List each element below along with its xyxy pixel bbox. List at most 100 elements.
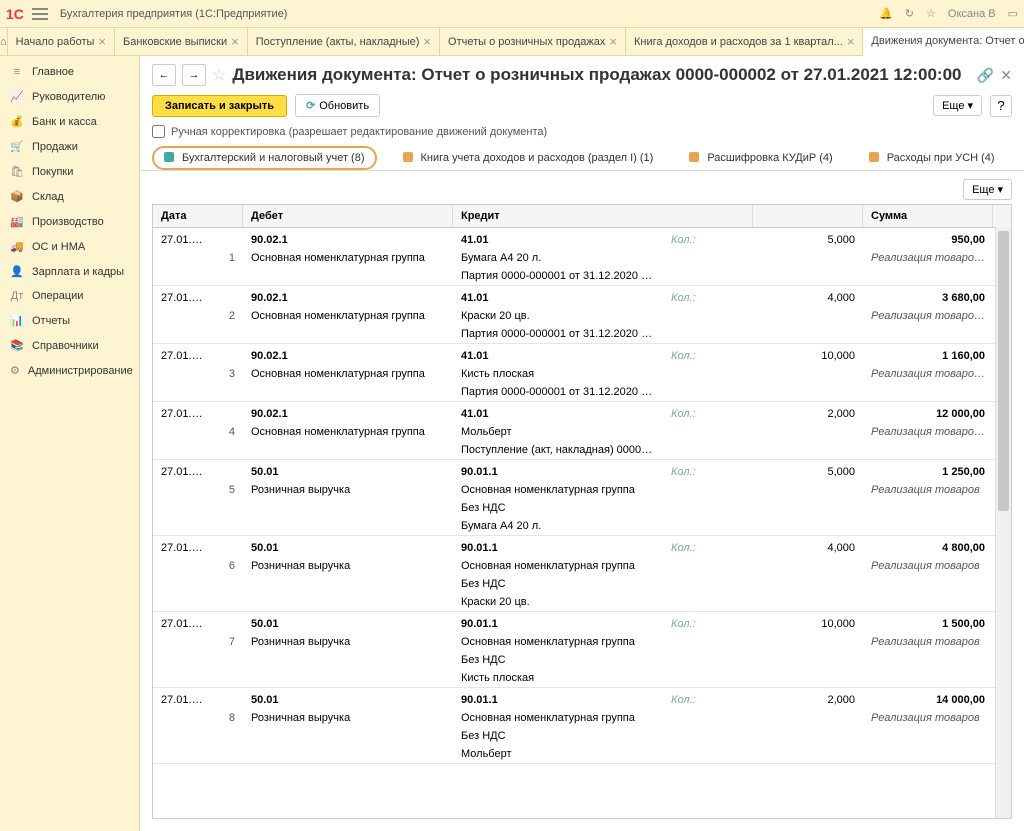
home-tab[interactable]: ⌂	[0, 28, 8, 55]
save-close-button[interactable]: Записать и закрыть	[152, 95, 287, 117]
sidebar-label: Производство	[32, 216, 104, 228]
tab-close-icon[interactable]: ×	[231, 34, 239, 49]
sidebar-label: Склад	[32, 191, 64, 203]
tab-close-icon[interactable]: ×	[98, 34, 106, 49]
table-row[interactable]: 27.01.202190.02.141.01Кол.:2,00012 000,0…	[153, 402, 1011, 460]
refresh-icon: ⟳	[306, 99, 315, 112]
tab-close-icon[interactable]: ×	[609, 34, 617, 49]
tab-5[interactable]: Движения документа: Отчет о розничн...×	[863, 28, 1024, 56]
sidebar-item-6[interactable]: 🏭 Производство	[0, 209, 139, 234]
inner-tab-1[interactable]: Книга учета доходов и расходов (раздел I…	[393, 146, 664, 170]
sidebar-icon: Дт	[10, 290, 24, 302]
col-sum: Сумма	[863, 205, 993, 227]
help-button[interactable]: ?	[990, 95, 1012, 117]
sidebar-item-1[interactable]: 📈 Руководителю	[0, 84, 139, 109]
grid-more-button[interactable]: Еще ▾	[963, 179, 1012, 200]
menu-icon[interactable]	[32, 8, 48, 20]
table-row[interactable]: 27.01.202190.02.141.01Кол.:5,000950,001О…	[153, 228, 1011, 286]
app-title: Бухгалтерия предприятия (1С:Предприятие)	[60, 8, 879, 20]
tab-close-icon[interactable]: ×	[847, 34, 855, 49]
window-minimize-icon[interactable]: ▭	[1008, 7, 1018, 20]
entries-grid[interactable]: Дата Дебет Кредит Сумма 27.01.202190.02.…	[152, 204, 1012, 819]
sidebar-label: ОС и НМА	[32, 241, 85, 253]
table-row[interactable]: 27.01.202150.0190.01.1Кол.:5,0001 250,00…	[153, 460, 1011, 536]
sidebar-item-2[interactable]: 💰 Банк и касса	[0, 109, 139, 134]
inner-tab-0[interactable]: Бухгалтерский и налоговый учет (8)	[152, 146, 377, 170]
tab-1[interactable]: Банковские выписки×	[115, 28, 248, 55]
sidebar-label: Покупки	[32, 166, 73, 178]
sidebar-icon: 👤	[10, 265, 24, 278]
table-row[interactable]: 27.01.202190.02.141.01Кол.:4,0003 680,00…	[153, 286, 1011, 344]
sidebar-icon: 🏭	[10, 215, 24, 228]
star-icon[interactable]: ☆	[926, 7, 936, 20]
sidebar-label: Справочники	[32, 340, 99, 352]
register-icon	[403, 152, 415, 164]
sidebar-item-8[interactable]: 👤 Зарплата и кадры	[0, 259, 139, 284]
sidebar-item-11[interactable]: 📚 Справочники	[0, 333, 139, 358]
sidebar-icon: 📚	[10, 339, 24, 352]
refresh-button[interactable]: ⟳ Обновить	[295, 94, 380, 117]
tab-4[interactable]: Книга доходов и расходов за 1 квартал...…	[626, 28, 863, 55]
sidebar-item-12[interactable]: ⚙ Администрирование	[0, 358, 139, 383]
sidebar-icon: 💰	[10, 115, 24, 128]
col-credit: Кредит	[453, 205, 753, 227]
sidebar-label: Руководителю	[32, 91, 105, 103]
sidebar-item-10[interactable]: 📊 Отчеты	[0, 308, 139, 333]
sidebar-icon: 🚚	[10, 240, 24, 253]
register-icon	[689, 152, 701, 164]
tab-0[interactable]: Начало работы×	[8, 28, 115, 55]
inner-tab-2[interactable]: Расшифровка КУДиР (4)	[679, 146, 842, 170]
sidebar-icon: 📊	[10, 314, 24, 327]
sidebar-item-5[interactable]: 📦 Склад	[0, 184, 139, 209]
bell-icon[interactable]: 🔔	[879, 7, 893, 20]
register-icon	[869, 152, 881, 164]
sidebar-icon: 📦	[10, 190, 24, 203]
sidebar-label: Главное	[32, 66, 74, 78]
col-date: Дата	[153, 205, 243, 227]
nav-forward-button[interactable]: →	[182, 64, 206, 86]
grid-header: Дата Дебет Кредит Сумма	[153, 205, 1011, 228]
title-bar: 1C Бухгалтерия предприятия (1С:Предприят…	[0, 0, 1024, 28]
sidebar-label: Зарплата и кадры	[32, 266, 124, 278]
more-button[interactable]: Еще ▾	[933, 95, 982, 116]
history-icon[interactable]: ↻	[905, 7, 914, 20]
inner-tab-3[interactable]: Расходы при УСН (4)	[859, 146, 1005, 170]
col-debit: Дебет	[243, 205, 453, 227]
sidebar-item-7[interactable]: 🚚 ОС и НМА	[0, 234, 139, 259]
page-title: Движения документа: Отчет о розничных пр…	[232, 65, 970, 85]
favorite-icon[interactable]: ☆	[212, 65, 226, 85]
sidebar-label: Администрирование	[28, 365, 133, 377]
chevron-down-icon: ▾	[967, 99, 973, 112]
sidebar-label: Банк и касса	[32, 116, 97, 128]
inner-tab-bar: Бухгалтерский и налоговый учет (8) Книга …	[140, 146, 1024, 171]
table-row[interactable]: 27.01.202150.0190.01.1Кол.:4,0004 800,00…	[153, 536, 1011, 612]
link-icon[interactable]: 🔗	[977, 67, 994, 84]
sidebar-item-4[interactable]: 🛍Покупки	[0, 159, 139, 184]
sidebar-item-3[interactable]: 🛒Продажи	[0, 134, 139, 159]
register-icon	[164, 152, 176, 164]
table-row[interactable]: 27.01.202150.0190.01.1Кол.:2,00014 000,0…	[153, 688, 1011, 764]
sidebar-item-9[interactable]: Дт Операции	[0, 284, 139, 308]
sidebar-label: Операции	[32, 290, 83, 302]
manual-correction-checkbox[interactable]	[152, 125, 165, 138]
user-label[interactable]: Оксана В	[948, 8, 996, 20]
nav-back-button[interactable]: ←	[152, 64, 176, 86]
sidebar-icon: ⚙	[10, 364, 20, 377]
app-logo: 1C	[6, 6, 24, 22]
sidebar-icon: ≡	[10, 66, 24, 78]
tab-2[interactable]: Поступление (акты, накладные)×	[248, 28, 440, 55]
vertical-scrollbar[interactable]	[995, 227, 1011, 818]
sidebar: ≡ Главное 📈 Руководителю 💰 Банк и касса 🛒Прода…	[0, 56, 140, 831]
tab-3[interactable]: Отчеты о розничных продажах×	[440, 28, 626, 55]
manual-correction-label: Ручная корректировка (разрешает редактир…	[171, 126, 547, 138]
table-row[interactable]: 27.01.202190.02.141.01Кол.:10,0001 160,0…	[153, 344, 1011, 402]
sidebar-item-0[interactable]: ≡ Главное	[0, 60, 139, 84]
chevron-down-icon: ▾	[997, 183, 1003, 196]
sidebar-icon: 📈	[10, 90, 24, 103]
sidebar-label: Отчеты	[32, 315, 70, 327]
scrollbar-thumb[interactable]	[998, 231, 1009, 511]
table-row[interactable]: 27.01.202150.0190.01.1Кол.:10,0001 500,0…	[153, 612, 1011, 688]
tab-close-icon[interactable]: ×	[423, 34, 431, 49]
close-icon[interactable]: ✕	[1000, 67, 1012, 84]
sidebar-label: Продажи	[32, 141, 78, 153]
